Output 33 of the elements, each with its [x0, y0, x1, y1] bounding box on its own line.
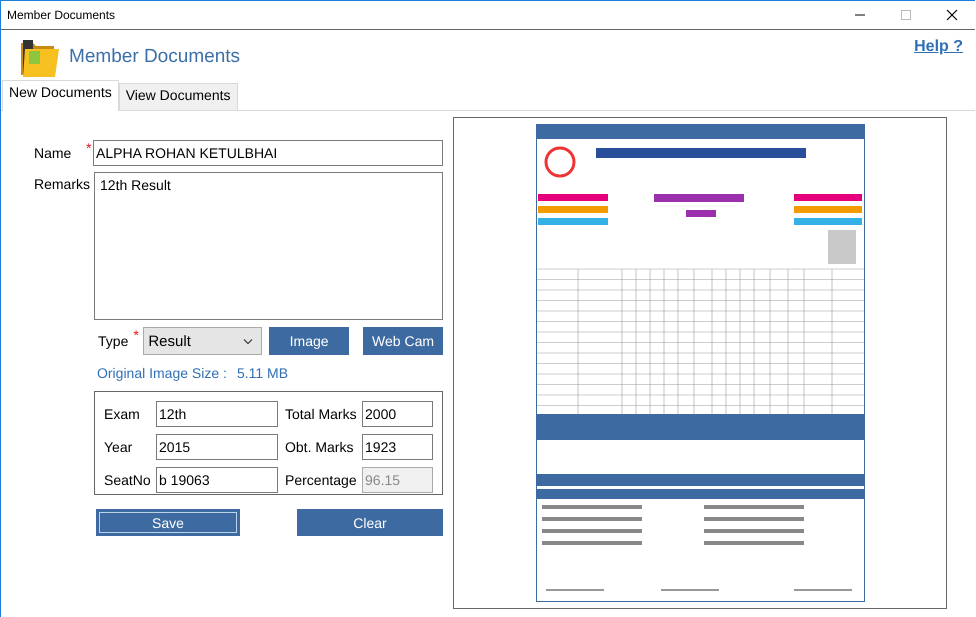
input-field[interactable]: 2015 — [156, 434, 278, 460]
help-link[interactable]: Help ? — [914, 38, 963, 56]
save-button[interactable]: Save — [96, 509, 240, 536]
tab[interactable]: View Documents — [118, 83, 238, 110]
app-title: Member Documents — [69, 46, 242, 68]
required-mark: * — [133, 327, 140, 343]
input-field[interactable]: 2000 — [362, 400, 433, 427]
input-field[interactable]: b 19063 — [156, 467, 278, 494]
input-field[interactable]: ALPHA ROHAN KETULBHAI — [93, 140, 443, 166]
size-label: Original Image Size : — [97, 365, 227, 381]
field-label: SeatNo — [104, 472, 152, 488]
input-field[interactable]: 12th — [156, 400, 278, 427]
remarks-field[interactable]: 12th Result — [94, 172, 443, 320]
size-value: 5.11 MB — [236, 365, 288, 381]
clear-button[interactable]: Clear — [297, 509, 443, 536]
field-label: Type — [98, 333, 128, 349]
input-field[interactable]: 1923 — [362, 434, 433, 460]
field-label: Obt. Marks — [284, 438, 354, 455]
tab[interactable]: New Documents — [2, 80, 119, 111]
caret-icon — [243, 338, 254, 344]
type-dropdown[interactable]: Result — [143, 327, 262, 355]
window-title: Member Documents — [7, 8, 116, 22]
image-button[interactable]: Image — [269, 327, 350, 355]
close-icon — [946, 9, 958, 21]
field-label: Name — [34, 145, 72, 161]
field-label: Remarks — [34, 176, 92, 192]
required-mark: * — [86, 140, 92, 156]
web-cam-button[interactable]: Web Cam — [363, 327, 443, 355]
field-label: Year — [104, 438, 134, 455]
field-label: Percentage — [284, 472, 358, 488]
field-label: Exam — [104, 406, 141, 422]
field-label: Total Marks — [284, 406, 358, 422]
maximize-icon — [900, 9, 912, 21]
